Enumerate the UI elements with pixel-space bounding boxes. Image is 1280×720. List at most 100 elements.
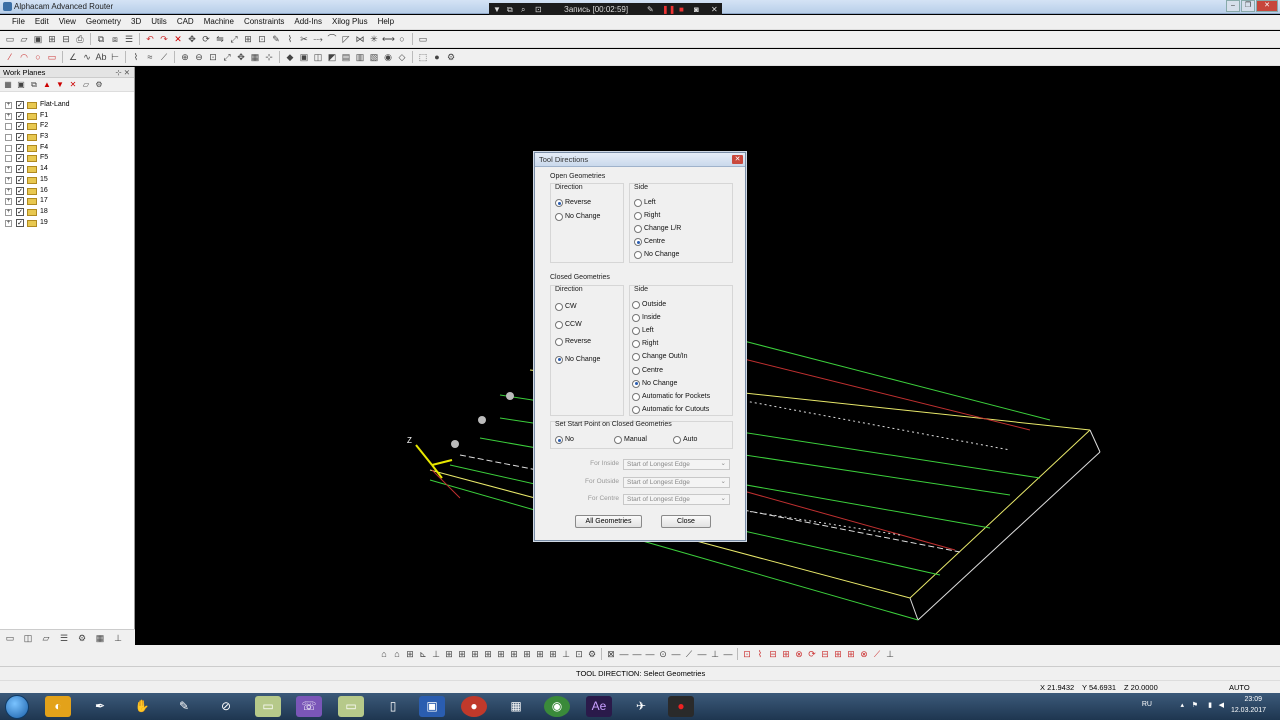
text-icon[interactable]: Ab [95,51,107,63]
menu-help[interactable]: Help [373,15,399,29]
media-icon[interactable]: ● [461,696,487,717]
array-icon[interactable]: ⊞ [242,33,254,45]
tool-icon[interactable]: — [618,648,630,660]
pen-icon[interactable]: ✎ [647,5,654,14]
close-button[interactable]: Close [661,515,711,528]
clock-time[interactable]: 23:09 [1244,696,1262,703]
search-icon[interactable]: ⌕ [521,5,525,15]
radio-option[interactable]: Auto [673,435,697,444]
close-window-button[interactable]: ✕ [1256,0,1278,12]
circle-draw-icon[interactable]: ○ [32,51,44,63]
tree-item[interactable]: + ✓ 19 [0,218,134,229]
zoom-all-icon[interactable]: ⤢ [221,51,233,63]
tool-icon[interactable]: ⊥ [560,648,572,660]
tree-item[interactable]: + ✓ F1 [0,111,134,122]
view-top-icon[interactable]: ▤ [340,51,352,63]
tree-item[interactable]: ✓ F2 [0,121,134,132]
tool-icon[interactable]: ⊞ [521,648,533,660]
visibility-checkbox[interactable]: ✓ [16,122,24,131]
rotate-icon[interactable]: ⟳ [200,33,212,45]
tool-icon[interactable]: ⊙ [657,648,669,660]
visibility-checkbox[interactable]: ✓ [16,143,24,152]
folder-icon[interactable]: ▱ [81,80,91,90]
expand-icon[interactable] [5,155,12,163]
curve-icon[interactable]: ⌇ [130,51,142,63]
tool-icon[interactable]: — [631,648,643,660]
tool-icon[interactable]: ⌇ [754,648,766,660]
radio-option[interactable]: Left [632,326,654,336]
radio-option[interactable]: Left [634,198,656,207]
arc-icon[interactable]: ◠ [18,51,30,63]
minimize-button[interactable]: – [1226,0,1240,12]
join-icon[interactable]: ⋈ [354,33,366,45]
tool-icon[interactable]: ⊞ [780,648,792,660]
polyline-icon[interactable]: ∠ [67,51,79,63]
tool-icon[interactable]: ⊥ [430,648,442,660]
radio-option[interactable]: No [555,435,574,444]
zoom-out-icon[interactable]: ⊖ [193,51,205,63]
radio-option[interactable]: Centre [634,237,665,246]
tool-icon[interactable]: — [722,648,734,660]
app-tile2-icon[interactable]: ▭ [338,696,364,717]
cad-icon[interactable]: ✎ [171,696,197,717]
tool-icon[interactable]: ⊞ [404,648,416,660]
camera-icon[interactable]: ◙ [694,5,699,14]
axis-tab-icon[interactable]: ⊥ [112,632,124,644]
start-point-marker[interactable] [506,392,514,400]
tool-icon[interactable]: ⌂ [391,648,403,660]
document-icon[interactable]: ▯ [380,696,406,717]
import-icon[interactable]: ⊞ [46,33,58,45]
radio-option[interactable]: Reverse [555,337,591,346]
dropdown-icon[interactable]: ▼ [493,5,501,14]
tool-icon[interactable]: — [696,648,708,660]
save-app-icon[interactable]: ▣ [419,696,445,717]
visibility-checkbox[interactable]: ✓ [16,218,24,227]
radio-option[interactable]: Reverse [555,198,591,207]
settings-icon[interactable]: ⚙ [445,51,457,63]
tree-item[interactable]: + ✓ 17 [0,196,134,207]
app-tile-icon[interactable]: ▭ [255,696,281,717]
tools-tab-icon[interactable]: ▦ [94,632,106,644]
radio-option[interactable]: Inside [632,313,661,323]
chamfer-icon[interactable]: ◸ [340,33,352,45]
visibility-checkbox[interactable]: ✓ [16,111,24,120]
network-icon[interactable]: ▮ [1208,701,1212,709]
list-tab-icon[interactable]: ☰ [58,632,70,644]
tool-icon[interactable]: ⊞ [832,648,844,660]
scale-icon[interactable]: ⤢ [228,33,240,45]
copy-plane-icon[interactable]: ⧉ [29,80,39,90]
menu-constraints[interactable]: Constraints [239,15,289,29]
pan-icon[interactable]: ✥ [235,51,247,63]
chrome-icon[interactable]: ◉ [544,696,570,717]
layer-toggle-icon[interactable]: ▣ [298,51,310,63]
tree-item[interactable]: ✓ F5 [0,153,134,164]
explode-icon[interactable]: ✳ [368,33,380,45]
tool-icon[interactable]: ⊟ [819,648,831,660]
up-arrow-icon[interactable]: ▲ [42,80,52,90]
tool-icon[interactable]: ⊗ [793,648,805,660]
radio-option[interactable]: CCW [555,320,582,329]
tool-icon[interactable]: ⟋ [683,648,695,660]
menu-file[interactable]: File [7,15,30,29]
shade-icon[interactable]: ◆ [284,51,296,63]
radio-option[interactable]: Right [634,211,660,220]
visibility-checkbox[interactable]: ✓ [16,165,24,174]
expand-icon[interactable]: + [5,198,12,206]
tool-icon[interactable]: ⊠ [605,648,617,660]
move-icon[interactable]: ✥ [186,33,198,45]
chevron-down-icon[interactable]: ⌄ [721,495,726,503]
tool-icon[interactable]: ⊞ [495,648,507,660]
maximize-button[interactable]: ❐ [1241,0,1255,12]
planes-tab-icon[interactable]: ◫ [22,632,34,644]
firefox-icon[interactable]: ◐ [45,696,71,717]
tool-icon[interactable]: ⊗ [858,648,870,660]
menu-add-ins[interactable]: Add-Ins [289,15,327,29]
circle-icon[interactable]: ○ [396,33,408,45]
down-arrow-icon[interactable]: ▼ [55,80,65,90]
film-icon[interactable]: ▦ [503,696,529,717]
record-icon[interactable]: ● [431,51,443,63]
expand-icon[interactable]: + [5,208,12,216]
tool-icon[interactable]: ⊟ [767,648,779,660]
close-recorder-icon[interactable]: ✕ [711,5,718,14]
tool-icon[interactable]: ⚙ [586,648,598,660]
